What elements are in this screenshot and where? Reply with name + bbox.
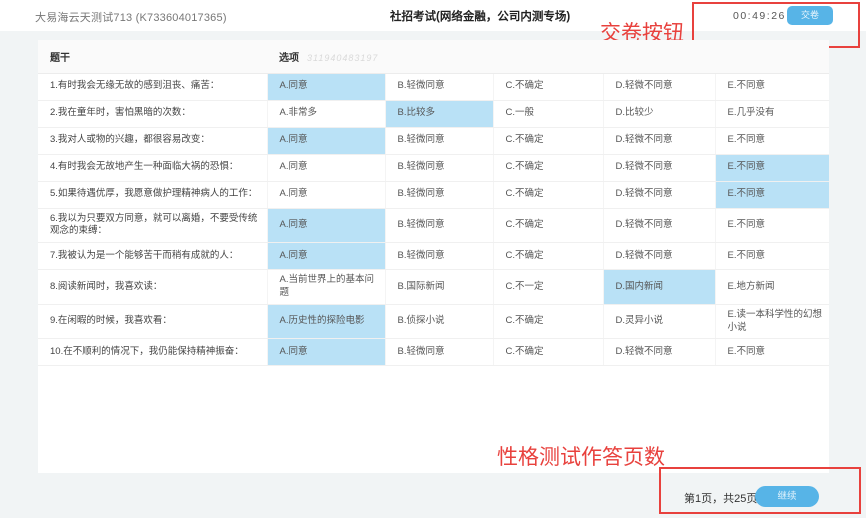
option-cell[interactable]: D.轻微不同意 <box>603 243 715 270</box>
answer-table-body: 1.有时我会无缘无故的感到沮丧、痛苦：A.同意B.轻微同意C.不确定D.轻微不同… <box>38 73 829 366</box>
option-cell[interactable]: E.不同意 <box>715 208 829 243</box>
option-cell[interactable]: E.不同意 <box>715 73 829 100</box>
header-bar: 大易海云天测试713 (K733604017365) 社招考试(网络金融，公司内… <box>0 0 866 31</box>
option-cell[interactable]: C.不确定 <box>493 154 603 181</box>
option-cell[interactable]: C.不确定 <box>493 73 603 100</box>
option-cell[interactable]: A.同意 <box>267 73 385 100</box>
table-row: 4.有时我会无故地产生一种面临大祸的恐惧：A.同意B.轻微同意C.不确定D.轻微… <box>38 154 829 181</box>
options-column-header: 选项 311940483197 <box>267 40 829 73</box>
option-cell[interactable]: C.不确定 <box>493 339 603 366</box>
table-row: 5.如果待遇优厚，我愿意做护理精神病人的工作：A.同意B.轻微同意C.不确定D.… <box>38 181 829 208</box>
annotation-label-pages: 性格测试作答页数 <box>497 441 665 471</box>
option-cell[interactable]: D.比较少 <box>603 100 715 127</box>
option-cell[interactable]: E.不同意 <box>715 181 829 208</box>
table-row: 9.在闲暇的时候，我喜欢看：A.历史性的探险电影B.侦探小说C.不确定D.灵异小… <box>38 304 829 339</box>
option-cell[interactable]: D.轻微不同意 <box>603 73 715 100</box>
option-cell[interactable]: B.轻微同意 <box>385 154 493 181</box>
question-cell: 6.我以为只要双方同意，就可以离婚，不要受传统观念的束缚： <box>38 208 267 243</box>
option-cell[interactable]: B.侦探小说 <box>385 304 493 339</box>
option-cell[interactable]: E.不同意 <box>715 127 829 154</box>
option-cell[interactable]: A.非常多 <box>267 100 385 127</box>
table-row: 2.我在童年时，害怕黑暗的次数：A.非常多B.比较多C.一般D.比较少E.几乎没… <box>38 100 829 127</box>
question-cell: 9.在闲暇的时候，我喜欢看： <box>38 304 267 339</box>
option-cell[interactable]: E.读一本科学性的幻想小说 <box>715 304 829 339</box>
countdown-timer: 00:49:26 <box>733 10 786 22</box>
option-cell[interactable]: E.不同意 <box>715 243 829 270</box>
answer-table: 题干 选项311940483197 1.有时我会无缘无故的感到沮丧、痛苦：A.同… <box>38 40 829 366</box>
question-cell: 1.有时我会无缘无故的感到沮丧、痛苦： <box>38 73 267 100</box>
question-cell: 5.如果待遇优厚，我愿意做护理精神病人的工作： <box>38 181 267 208</box>
option-cell[interactable]: D.轻微不同意 <box>603 181 715 208</box>
table-row: 6.我以为只要双方同意，就可以离婚，不要受传统观念的束缚：A.同意B.轻微同意C… <box>38 208 829 243</box>
table-row: 10.在不顺利的情况下，我仍能保持精神振奋：A.同意B.轻微同意C.不确定D.轻… <box>38 339 829 366</box>
option-cell[interactable]: A.同意 <box>267 243 385 270</box>
question-cell: 3.我对人或物的兴趣，都很容易改变： <box>38 127 267 154</box>
option-cell[interactable]: C.不确定 <box>493 127 603 154</box>
question-cell: 2.我在童年时，害怕黑暗的次数： <box>38 100 267 127</box>
submit-paper-button[interactable]: 交卷 <box>787 6 833 25</box>
option-cell[interactable]: B.比较多 <box>385 100 493 127</box>
question-cell: 4.有时我会无故地产生一种面临大祸的恐惧： <box>38 154 267 181</box>
option-cell[interactable]: D.轻微不同意 <box>603 154 715 181</box>
option-cell[interactable]: B.轻微同意 <box>385 127 493 154</box>
table-header-row: 题干 选项 311940483197 <box>38 40 829 73</box>
option-cell[interactable]: A.同意 <box>267 154 385 181</box>
option-cell[interactable]: D.灵异小说 <box>603 304 715 339</box>
option-cell[interactable]: B.轻微同意 <box>385 339 493 366</box>
option-cell[interactable]: C.不确定 <box>493 208 603 243</box>
option-cell[interactable]: C.不确定 <box>493 181 603 208</box>
question-column-header: 题干 <box>38 40 267 73</box>
option-cell[interactable]: C.不一定 <box>493 270 603 305</box>
option-cell[interactable]: A.同意 <box>267 181 385 208</box>
exam-title: 社招考试(网络金融，公司内测专场) <box>390 8 570 24</box>
option-cell[interactable]: B.轻微同意 <box>385 243 493 270</box>
continue-button[interactable]: 继续 <box>755 486 819 507</box>
option-cell[interactable]: A.同意 <box>267 339 385 366</box>
option-cell[interactable]: C.不确定 <box>493 243 603 270</box>
option-cell[interactable]: E.不同意 <box>715 154 829 181</box>
question-cell: 8.阅读新闻时，我喜欢读： <box>38 270 267 305</box>
option-cell[interactable]: C.一般 <box>493 100 603 127</box>
table-row: 3.我对人或物的兴趣，都很容易改变：A.同意B.轻微同意C.不确定D.轻微不同意… <box>38 127 829 154</box>
page-indicator: 第1页，共25页 <box>684 490 757 506</box>
option-cell[interactable]: E.不同意 <box>715 339 829 366</box>
option-cell[interactable]: D.轻微不同意 <box>603 208 715 243</box>
option-cell[interactable]: A.当前世界上的基本问题 <box>267 270 385 305</box>
option-cell[interactable]: E.几乎没有 <box>715 100 829 127</box>
option-cell[interactable]: C.不确定 <box>493 304 603 339</box>
option-cell[interactable]: B.轻微同意 <box>385 208 493 243</box>
option-cell[interactable]: B.轻微同意 <box>385 181 493 208</box>
option-cell[interactable]: A.同意 <box>267 208 385 243</box>
question-card: 题干 选项311940483197 1.有时我会无缘无故的感到沮丧、痛苦：A.同… <box>38 40 829 473</box>
table-row: 7.我被认为是一个能够苦干而稍有成就的人：A.同意B.轻微同意C.不确定D.轻微… <box>38 243 829 270</box>
option-cell[interactable]: A.历史性的探险电影 <box>267 304 385 339</box>
option-cell[interactable]: B.国际新闻 <box>385 270 493 305</box>
option-cell[interactable]: D.轻微不同意 <box>603 339 715 366</box>
options-header-label: 选项 <box>279 53 299 64</box>
app-title: 大易海云天测试713 (K733604017365) <box>35 9 227 25</box>
option-cell[interactable]: E.地方新闻 <box>715 270 829 305</box>
watermark-text: 311940483197 <box>307 53 378 63</box>
option-cell[interactable]: D.轻微不同意 <box>603 127 715 154</box>
option-cell[interactable]: D.国内新闻 <box>603 270 715 305</box>
option-cell[interactable]: B.轻微同意 <box>385 73 493 100</box>
question-cell: 7.我被认为是一个能够苦干而稍有成就的人： <box>38 243 267 270</box>
table-row: 8.阅读新闻时，我喜欢读：A.当前世界上的基本问题B.国际新闻C.不一定D.国内… <box>38 270 829 305</box>
option-cell[interactable]: A.同意 <box>267 127 385 154</box>
question-cell: 10.在不顺利的情况下，我仍能保持精神振奋： <box>38 339 267 366</box>
table-row: 1.有时我会无缘无故的感到沮丧、痛苦：A.同意B.轻微同意C.不确定D.轻微不同… <box>38 73 829 100</box>
